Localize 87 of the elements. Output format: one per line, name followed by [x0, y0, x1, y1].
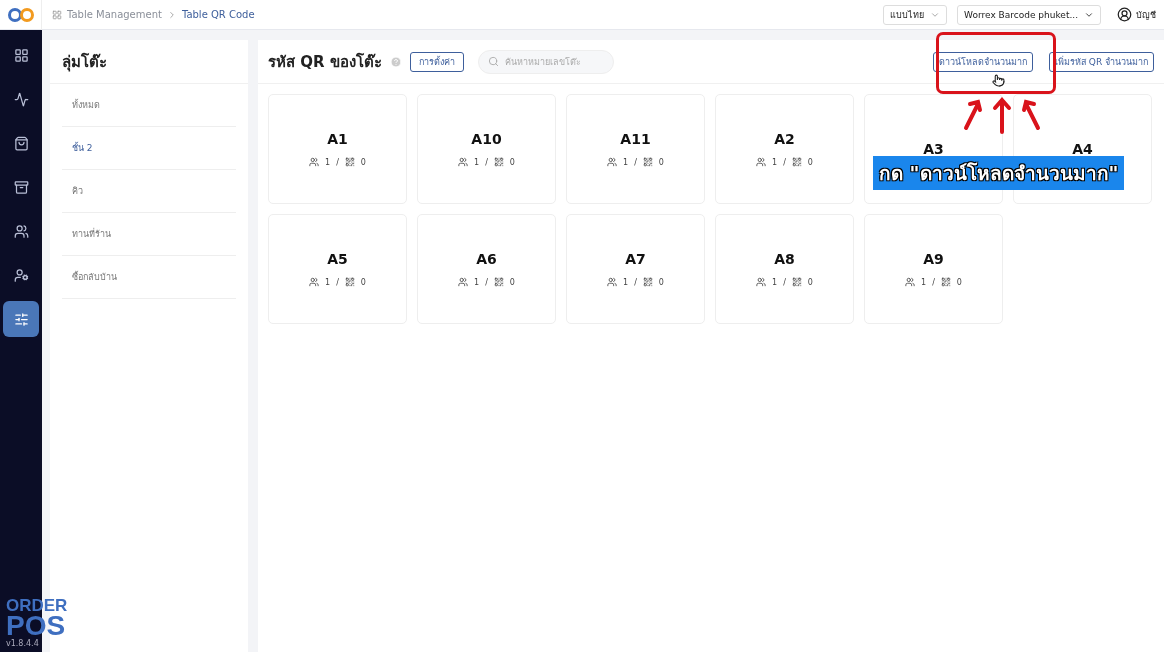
- table-card[interactable]: A10 1 / 0: [417, 94, 556, 204]
- table-name: A2: [774, 131, 795, 147]
- separator-text: /: [932, 277, 935, 287]
- version-label: v1.8.4.4: [6, 640, 40, 648]
- qr-icon: [940, 277, 951, 287]
- seat-count: 1: [772, 157, 778, 167]
- seat-count: 1: [325, 157, 331, 167]
- qr-count: 0: [658, 277, 664, 287]
- people-icon: [607, 157, 618, 167]
- table-card[interactable]: A5 1 / 0: [268, 214, 407, 324]
- logo-icon: [6, 6, 35, 23]
- table-name: A1: [327, 131, 348, 147]
- group-item[interactable]: คิว: [62, 170, 236, 213]
- separator-text: /: [783, 157, 786, 167]
- qr-icon: [493, 277, 504, 287]
- seat-count: 1: [474, 157, 480, 167]
- download-button[interactable]: ดาวน์โหลดจำนวนมาก: [932, 51, 1033, 72]
- language-select[interactable]: แบบไทย: [883, 4, 948, 25]
- table-name: A4: [1072, 141, 1093, 157]
- people-icon: [756, 157, 767, 167]
- table-card[interactable]: A11 1 / 0: [566, 94, 705, 204]
- seat-count: 1: [772, 277, 778, 287]
- people-icon: [756, 277, 767, 287]
- qr-count: 0: [658, 157, 664, 167]
- qr-icon: [642, 277, 653, 287]
- people-icon: [607, 277, 618, 287]
- table-name: A9: [923, 251, 944, 267]
- separator-text: /: [336, 277, 339, 287]
- people-icon: [309, 157, 320, 167]
- search-field[interactable]: ค้นหาหมายเลขโต๊ะ: [477, 49, 614, 74]
- group-item[interactable]: ซื้อกลับบ้าน: [62, 256, 236, 299]
- qr-count: 0: [509, 157, 515, 167]
- seat-count: 1: [325, 277, 331, 287]
- add-button[interactable]: เพิ่มรหัส QR จำนวนมาก: [1048, 51, 1154, 72]
- separator-text: /: [634, 157, 637, 167]
- qr-icon: [791, 157, 802, 167]
- user-icon: [1117, 7, 1132, 22]
- people-icon: [458, 157, 469, 167]
- people-icon: [458, 277, 469, 287]
- table-card[interactable]: A9 1 / 0: [864, 214, 1003, 324]
- settings-button[interactable]: การตั้งค่า: [409, 51, 464, 72]
- qr-count: 0: [509, 277, 515, 287]
- group-item[interactable]: ทั้งหมด: [62, 84, 236, 127]
- table-name: A10: [471, 131, 502, 147]
- sliders-icon[interactable]: [3, 301, 39, 337]
- seat-count: 1: [623, 157, 629, 167]
- separator-text: /: [485, 277, 488, 287]
- table-name: A7: [625, 251, 646, 267]
- table-name: A6: [476, 251, 497, 267]
- qr-count: 0: [360, 157, 366, 167]
- table-card[interactable]: A6 1 / 0: [417, 214, 556, 324]
- people-icon: [309, 277, 320, 287]
- grid-icon: [52, 9, 62, 20]
- group-item[interactable]: ทานที่ร้าน: [62, 213, 236, 256]
- account-menu[interactable]: บัญชี: [1117, 7, 1156, 22]
- qr-count: 0: [360, 277, 366, 287]
- table-card[interactable]: A1 1 / 0: [268, 94, 407, 204]
- separator-text: /: [783, 277, 786, 287]
- table-name: A3: [923, 141, 944, 157]
- qr-icon: [344, 277, 355, 287]
- separator-text: /: [336, 157, 339, 167]
- panel-title: รหัส QR ของโต๊ะ: [268, 51, 382, 73]
- table-name: A8: [774, 251, 795, 267]
- seat-count: 1: [921, 277, 927, 287]
- pointer-icon: [992, 74, 1005, 87]
- table-name: A11: [620, 131, 651, 147]
- people-icon: [905, 277, 916, 287]
- separator-text: /: [634, 277, 637, 287]
- qr-icon: [493, 157, 504, 167]
- store-select[interactable]: Worrex Barcode phuket...: [957, 4, 1101, 25]
- seat-count: 1: [623, 277, 629, 287]
- table-card[interactable]: A7 1 / 0: [566, 214, 705, 324]
- breadcrumb-item: Table QR Code: [181, 9, 255, 20]
- qr-icon: [344, 157, 355, 167]
- table-name: A5: [327, 251, 348, 267]
- qr-icon: [791, 277, 802, 287]
- instruction-banner: กด "ดาวน์โหลดจำนวนมาก": [873, 156, 1125, 190]
- panel-title: ลุ่มโต๊ะ: [50, 40, 248, 84]
- table-card[interactable]: A2 1 / 0: [715, 94, 854, 204]
- separator-text: /: [485, 157, 488, 167]
- qr-count: 0: [956, 277, 962, 287]
- qr-count: 0: [807, 277, 813, 287]
- table-card[interactable]: A8 1 / 0: [715, 214, 854, 324]
- seat-count: 1: [474, 277, 480, 287]
- qr-icon: [642, 157, 653, 167]
- qr-count: 0: [807, 157, 813, 167]
- group-item[interactable]: ชั้น 2: [62, 127, 236, 170]
